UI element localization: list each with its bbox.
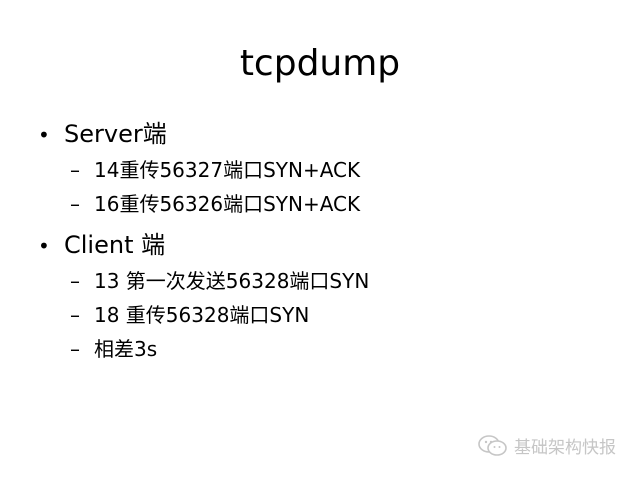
sub-item: – 13 第一次发送56328端口SYN — [38, 264, 620, 298]
sub-item-text: 14重传56327端口SYN+ACK — [94, 158, 361, 182]
slide: tcpdump • Server端 – 14重传56327端口SYN+ACK –… — [0, 0, 640, 480]
sub-item: – 14重传56327端口SYN+ACK — [38, 153, 620, 187]
sub-item: – 16重传56326端口SYN+ACK — [38, 187, 620, 221]
bullet-group-server: • Server端 – 14重传56327端口SYN+ACK – 16重传563… — [38, 116, 620, 221]
sub-item-text: 13 第一次发送56328端口SYN — [94, 269, 370, 293]
slide-title: tcpdump — [239, 43, 401, 84]
bullet-label: Client 端 — [64, 231, 166, 259]
dash-marker: – — [70, 158, 80, 182]
bullet-item: • Client 端 — [38, 227, 620, 264]
sub-item-text: 相差3s — [94, 337, 158, 361]
bullet-group-client: • Client 端 – 13 第一次发送56328端口SYN – 18 重传5… — [38, 227, 620, 366]
dash-marker: – — [70, 303, 80, 327]
sub-item-text: 18 重传56328端口SYN — [94, 303, 310, 327]
wechat-icon — [478, 434, 508, 458]
bullet-marker: • — [38, 123, 50, 147]
sub-item: – 相差3s — [38, 332, 620, 366]
bullet-marker: • — [38, 234, 50, 258]
sub-item: – 18 重传56328端口SYN — [38, 298, 620, 332]
dash-marker: – — [70, 192, 80, 216]
watermark: 基础架构快报 — [478, 433, 616, 458]
dash-marker: – — [70, 337, 80, 361]
dash-marker: – — [70, 269, 80, 293]
watermark-text: 基础架构快报 — [514, 438, 616, 458]
bullet-label: Server端 — [64, 120, 167, 148]
sub-item-text: 16重传56326端口SYN+ACK — [94, 192, 361, 216]
bullet-item: • Server端 — [38, 116, 620, 153]
bullet-list: • Server端 – 14重传56327端口SYN+ACK – 16重传563… — [38, 116, 620, 366]
